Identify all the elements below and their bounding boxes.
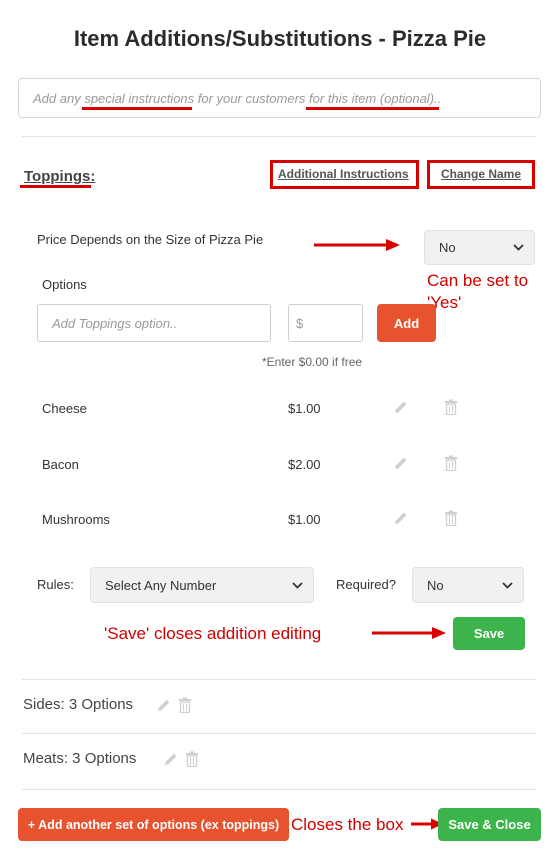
topping-name: Bacon	[42, 457, 79, 472]
topping-name: Mushrooms	[42, 512, 110, 527]
annotation-underline	[82, 107, 192, 110]
edit-icon[interactable]	[393, 399, 409, 415]
trash-icon[interactable]	[444, 510, 458, 526]
price-depends-value: No	[439, 240, 456, 255]
required-select[interactable]: No	[412, 567, 524, 603]
save-button[interactable]: Save	[453, 617, 525, 650]
modal-title: Item Additions/Substitutions - Pizza Pie	[73, 26, 487, 51]
special-instructions-placeholder: Add any special instructions for your cu…	[33, 91, 442, 106]
trash-icon[interactable]	[185, 751, 199, 767]
option-group-meats: Meats: 3 Options	[23, 750, 137, 767]
divider	[22, 136, 536, 137]
trash-icon[interactable]	[178, 697, 192, 713]
rules-select[interactable]: Select Any Number	[90, 567, 314, 603]
option-group-sides: Sides: 3 Options	[23, 696, 134, 713]
annotation-closes-note: Closes the box	[291, 815, 404, 834]
price-depends-label: Price Depends on the Size of Pizza Pie	[37, 232, 264, 247]
rules-label: Rules:	[37, 577, 74, 592]
annotation-underline	[306, 107, 439, 110]
divider	[22, 679, 536, 680]
chevron-down-icon	[502, 581, 513, 589]
edit-icon[interactable]	[156, 697, 172, 713]
annotation-set-yes: Can be set to 'Yes'	[427, 271, 529, 312]
rules-value: Select Any Number	[105, 577, 217, 593]
change-name-link[interactable]: Change Name	[441, 167, 521, 181]
add-topping-option-input[interactable]: Add Toppings option..	[37, 304, 271, 342]
topping-name: Cheese	[42, 401, 87, 416]
edit-icon[interactable]	[163, 751, 179, 767]
divider	[22, 789, 536, 790]
add-option-button[interactable]: Add	[377, 304, 436, 342]
price-depends-select[interactable]: No	[424, 230, 535, 265]
chevron-down-icon	[513, 244, 524, 251]
trash-icon[interactable]	[444, 399, 458, 415]
section-title-toppings: Toppings:	[24, 168, 96, 185]
save-and-close-button[interactable]: Save & Close	[438, 808, 541, 841]
annotation-save-note: 'Save' closes addition editing	[104, 624, 322, 643]
edit-icon[interactable]	[393, 510, 409, 526]
options-label: Options	[42, 277, 87, 292]
option-price-input[interactable]: $	[288, 304, 363, 342]
topping-price: $2.00	[288, 457, 321, 472]
free-hint: *Enter $0.00 if free	[262, 355, 363, 369]
topping-price: $1.00	[288, 401, 321, 416]
annotation-underline	[20, 185, 91, 188]
chevron-down-icon	[292, 581, 303, 589]
edit-icon[interactable]	[393, 455, 409, 471]
add-option-set-button[interactable]: + Add another set of options (ex topping…	[18, 808, 289, 841]
annotation-arrow	[314, 239, 400, 251]
trash-icon[interactable]	[444, 455, 458, 471]
required-value: No	[427, 577, 444, 593]
additional-instructions-link[interactable]: Additional Instructions	[278, 167, 409, 181]
required-label: Required?	[336, 577, 396, 592]
divider	[22, 733, 536, 734]
topping-price: $1.00	[288, 512, 321, 527]
annotation-arrow	[372, 627, 446, 639]
